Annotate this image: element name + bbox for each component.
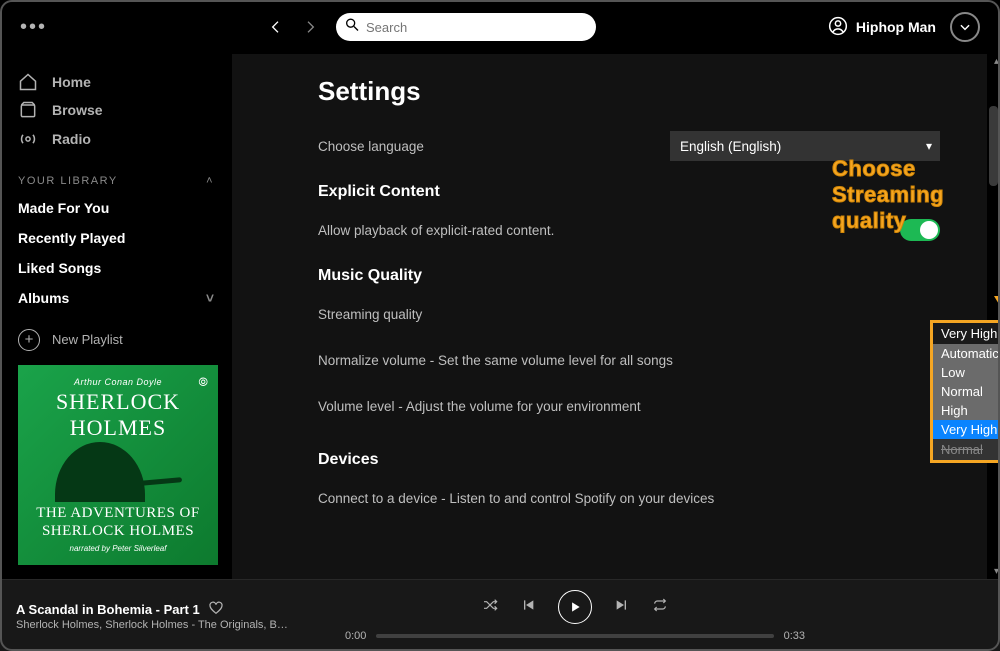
heart-icon[interactable]: [208, 600, 224, 619]
cover-art-illustration: [30, 445, 206, 502]
sidebar-item-label: Browse: [52, 102, 103, 118]
user-avatar-icon: [828, 16, 848, 39]
main: Home Browse Radio YOUR LIBRARY ˄ Made Fo…: [0, 54, 1000, 579]
library-header: YOUR LIBRARY ˄: [18, 175, 214, 187]
library-item-label: Recently Played: [18, 230, 125, 246]
cover-author: Arthur Conan Doyle: [74, 377, 162, 387]
library-item-albums[interactable]: Albums ˅: [18, 283, 214, 313]
dropdown-option-high[interactable]: High: [933, 401, 1000, 420]
forward-button[interactable]: [298, 15, 322, 39]
chevron-up-icon[interactable]: ˄: [206, 175, 214, 187]
cast-icon: ⦾: [198, 375, 208, 390]
dropdown-option-normal[interactable]: Normal: [933, 382, 1000, 401]
previous-button[interactable]: [520, 597, 536, 616]
next-button[interactable]: [614, 597, 630, 616]
cover-narrator: narrated by Peter Silverleaf: [70, 544, 167, 553]
cover-title-top: SHERLOCK HOLMES: [56, 389, 180, 441]
progress-bar[interactable]: 0:00 0:33: [345, 630, 805, 642]
setting-label: Normalize volume - Set the same volume l…: [318, 353, 673, 368]
library-item-label: Made For You: [18, 200, 109, 216]
sidebar-item-label: Home: [52, 74, 91, 90]
setting-label: Volume level - Adjust the volume for you…: [318, 399, 641, 414]
streaming-quality-dropdown[interactable]: Very High ˅ Automatic Low Normal High Ve…: [930, 320, 1000, 463]
search-input[interactable]: [336, 13, 596, 41]
library-item-liked-songs[interactable]: Liked Songs: [18, 253, 214, 283]
shuffle-button[interactable]: [482, 597, 498, 616]
window-menu-dots[interactable]: •••: [20, 16, 80, 39]
setting-row-volume-level: Volume level - Adjust the volume for you…: [318, 383, 940, 429]
setting-label: Choose language: [318, 139, 424, 154]
setting-label: Allow playback of explicit-rated content…: [318, 223, 554, 238]
dropdown-selected[interactable]: Very High ˅: [933, 323, 1000, 344]
new-playlist-label: New Playlist: [52, 332, 123, 347]
user-chevron-icon[interactable]: [950, 12, 980, 42]
scroll-up-icon[interactable]: ▴: [994, 56, 999, 67]
setting-row-normalize: Normalize volume - Set the same volume l…: [318, 337, 940, 383]
now-playing-cover[interactable]: ⦾ Arthur Conan Doyle SHERLOCK HOLMES THE…: [18, 365, 218, 565]
nav-arrows: [264, 15, 322, 39]
track-title[interactable]: A Scandal in Bohemia - Part 1: [16, 602, 200, 617]
track-subtitle[interactable]: Sherlock Holmes, Sherlock Holmes - The O…: [16, 619, 296, 631]
setting-row-connect-device: Connect to a device - Listen to and cont…: [318, 475, 940, 521]
dropdown-option-very-high[interactable]: Very High: [933, 420, 1000, 439]
section-devices: Devices: [318, 451, 940, 469]
time-elapsed: 0:00: [345, 630, 366, 642]
dropdown-option-behind: Normal: [933, 439, 1000, 460]
play-button[interactable]: [558, 590, 592, 624]
time-total: 0:33: [784, 630, 805, 642]
annotation-label: Choose Streaming quality: [832, 156, 1000, 234]
track-info: A Scandal in Bohemia - Part 1 Sherlock H…: [16, 600, 316, 631]
setting-label: Connect to a device - Listen to and cont…: [318, 491, 714, 506]
topbar: ••• Hiphop Man: [0, 0, 1000, 54]
setting-label: Streaming quality: [318, 307, 422, 322]
library-item-made-for-you[interactable]: Made For You: [18, 193, 214, 223]
library-item-recently-played[interactable]: Recently Played: [18, 223, 214, 253]
app-window: ••• Hiphop Man: [0, 0, 1000, 651]
chevron-down-icon[interactable]: ˅: [206, 290, 214, 306]
library-item-label: Albums: [18, 290, 69, 306]
dropdown-option-automatic[interactable]: Automatic: [933, 344, 1000, 363]
repeat-button[interactable]: [652, 597, 668, 616]
dropdown-selected-label: Very High: [941, 326, 997, 341]
back-button[interactable]: [264, 15, 288, 39]
player-controls: 0:00 0:33: [316, 590, 834, 642]
player-bar: A Scandal in Bohemia - Part 1 Sherlock H…: [0, 579, 1000, 651]
username: Hiphop Man: [856, 19, 936, 35]
sidebar-item-label: Radio: [52, 131, 91, 147]
scroll-down-icon[interactable]: ▾: [994, 566, 999, 577]
cover-title-bottom: THE ADVENTURES OF SHERLOCK HOLMES: [36, 504, 200, 540]
plus-icon: +: [18, 329, 40, 351]
sidebar-item-browse[interactable]: Browse: [18, 96, 214, 124]
dropdown-option-low[interactable]: Low: [933, 363, 1000, 382]
library-items: Made For You Recently Played Liked Songs…: [18, 193, 214, 313]
new-playlist-button[interactable]: + New Playlist: [18, 329, 214, 351]
sidebar-item-radio[interactable]: Radio: [18, 125, 214, 153]
scrollbar[interactable]: ▴ ▾: [987, 54, 1000, 579]
setting-row-streaming-quality: Streaming quality: [318, 291, 940, 337]
library-header-label: YOUR LIBRARY: [18, 175, 118, 187]
section-music-quality: Music Quality: [318, 267, 940, 285]
page-title: Settings: [318, 76, 940, 107]
search-wrap: [336, 13, 596, 41]
sidebar-item-home[interactable]: Home: [18, 68, 214, 96]
content: Settings Choose language English (Englis…: [232, 54, 1000, 579]
library-item-label: Liked Songs: [18, 260, 101, 276]
user-menu[interactable]: Hiphop Man: [828, 12, 980, 42]
sidebar: Home Browse Radio YOUR LIBRARY ˄ Made Fo…: [0, 54, 232, 579]
progress-track[interactable]: [376, 634, 773, 638]
search-icon: [344, 17, 360, 38]
